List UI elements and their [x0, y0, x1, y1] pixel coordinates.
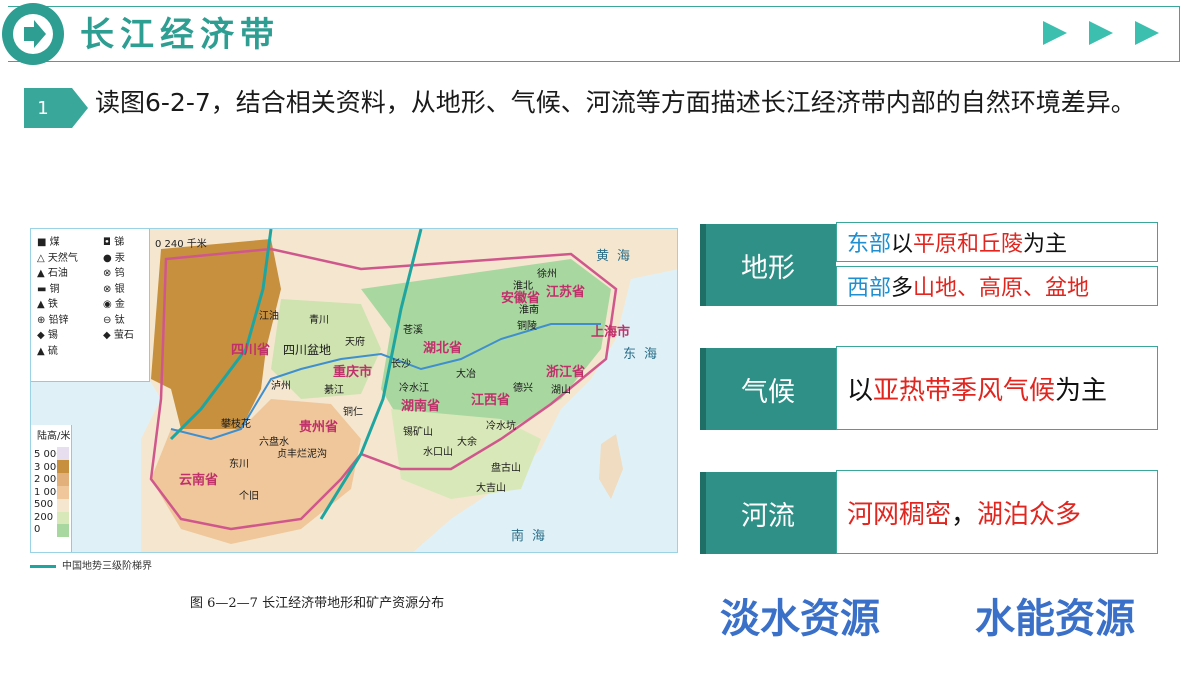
- city-label: 淮南: [519, 305, 539, 316]
- question-number: 1: [24, 88, 88, 128]
- climate-answer: 以亚热带季风气候 为主: [836, 346, 1158, 430]
- city-label: 泸州: [271, 381, 291, 392]
- province-label: 贵州省: [299, 420, 339, 435]
- city-label: 锡矿山: [403, 427, 433, 438]
- city-label: 天府: [345, 337, 365, 348]
- header-bar: 长江经济带: [2, 3, 1180, 65]
- stair-line-icon: [30, 564, 56, 568]
- region-label: 四川盆地: [283, 343, 332, 357]
- city-label: 江油: [259, 311, 279, 322]
- sea-label: 南海: [511, 529, 554, 544]
- city-label: 淮北: [513, 281, 533, 292]
- freshwater-resource-label: 淡水资源: [720, 595, 880, 642]
- legend-item: ⊗ 银: [103, 283, 125, 295]
- city-label: 攀枝花: [221, 419, 251, 430]
- city-label: 青川: [309, 315, 329, 326]
- city-label: 綦江: [324, 385, 344, 396]
- city-label: 大冶: [456, 369, 476, 380]
- legend-item: ▬ 铜: [37, 283, 60, 295]
- sea-label: 东海: [623, 347, 666, 362]
- city-label: 冷水坑: [486, 421, 516, 432]
- mineral-legend: ■ 煤 △ 天然气 ▲ 石油 ▬ 铜 ▲ 铁 ⊕ 铅锌 ◆ 锡 ▲ 硫 ◘ 锑 …: [31, 229, 150, 382]
- stair-line-legend: 中国地势三级阶梯界: [30, 557, 152, 572]
- city-label: 盘古山: [491, 463, 521, 474]
- city-label: 铜陵: [517, 321, 537, 332]
- legend-item: ⊕ 铅锌: [37, 314, 69, 326]
- climate-label: 气候: [700, 348, 836, 430]
- province-label: 江苏省: [546, 285, 586, 300]
- terrain-answer-east: 东部以平原和丘陵 为主: [836, 222, 1158, 262]
- city-label: 长沙: [391, 359, 411, 370]
- city-label: 苍溪: [403, 325, 423, 336]
- altitude-color-bar: [57, 447, 69, 537]
- terrain-label: 地形: [700, 224, 836, 306]
- map-scale: 0 240 千米: [155, 239, 207, 250]
- city-label: 个旧: [239, 491, 259, 502]
- legend-item: ⊗ 钨: [103, 268, 125, 279]
- city-label: 贞丰烂泥沟: [277, 449, 327, 460]
- province-label: 湖南省: [401, 399, 441, 414]
- province-label: 浙江省: [546, 365, 586, 380]
- city-label: 水口山: [423, 447, 453, 458]
- legend-item: ■ 煤: [37, 237, 60, 248]
- map-figure: ■ 煤 △ 天然气 ▲ 石油 ▬ 铜 ▲ 铁 ⊕ 铅锌 ◆ 锡 ▲ 硫 ◘ 锑 …: [30, 228, 678, 553]
- city-label: 东川: [229, 459, 249, 470]
- hydropower-resource-label: 水能资源: [975, 595, 1135, 642]
- river-answer: 河网稠密，湖泊众多: [836, 470, 1158, 554]
- question-text: 读图6-2-7，结合相关资料，从地形、气候、河流等方面描述长江经济带内部的自然环…: [95, 88, 1136, 117]
- city-label: 冷水江: [399, 383, 429, 394]
- altitude-legend: 陆高/米 5 000 3 000 2 000 1 000 500 200 0: [31, 425, 72, 552]
- city-label: 铜仁: [343, 407, 363, 418]
- city-label: 大余: [457, 437, 477, 448]
- play-arrow-icon: [1089, 21, 1113, 45]
- terrain-answer-west: 西部多山地、高原、盆地: [836, 266, 1158, 306]
- legend-item: △ 天然气: [37, 252, 78, 264]
- play-arrow-icon: [1043, 21, 1067, 45]
- legend-item: ◘ 锑: [103, 237, 125, 248]
- province-label: 湖北省: [423, 341, 463, 356]
- city-label: 湖山: [551, 385, 571, 396]
- legend-item: ◉ 金: [103, 299, 125, 310]
- province-label: 上海市: [591, 325, 631, 340]
- province-label: 云南省: [179, 473, 219, 488]
- province-label: 江西省: [471, 393, 511, 408]
- province-label: 重庆市: [333, 365, 373, 380]
- legend-item: ⊖ 钛: [103, 314, 125, 326]
- legend-item: ◆ 萤石: [103, 330, 134, 341]
- next-arrows[interactable]: [1043, 21, 1159, 45]
- legend-item: ▲ 铁: [37, 299, 58, 310]
- legend-item: ◆ 锡: [37, 330, 58, 341]
- river-label: 河流: [700, 472, 836, 554]
- play-arrow-icon: [1135, 21, 1159, 45]
- legend-item: ● 汞: [103, 252, 125, 264]
- back-arrow-icon[interactable]: [2, 3, 64, 65]
- city-label: 德兴: [513, 383, 533, 394]
- sea-label: 黄海: [596, 249, 639, 264]
- page-title: 长江经济带: [80, 15, 280, 55]
- legend-item: ▲ 石油: [37, 268, 68, 279]
- legend-item: ▲ 硫: [37, 345, 58, 357]
- figure-caption: 图 6—2—7 长江经济带地形和矿产资源分布: [190, 596, 445, 611]
- city-label: 大吉山: [476, 483, 506, 494]
- city-label: 徐州: [537, 269, 557, 280]
- province-label: 四川省: [231, 343, 271, 358]
